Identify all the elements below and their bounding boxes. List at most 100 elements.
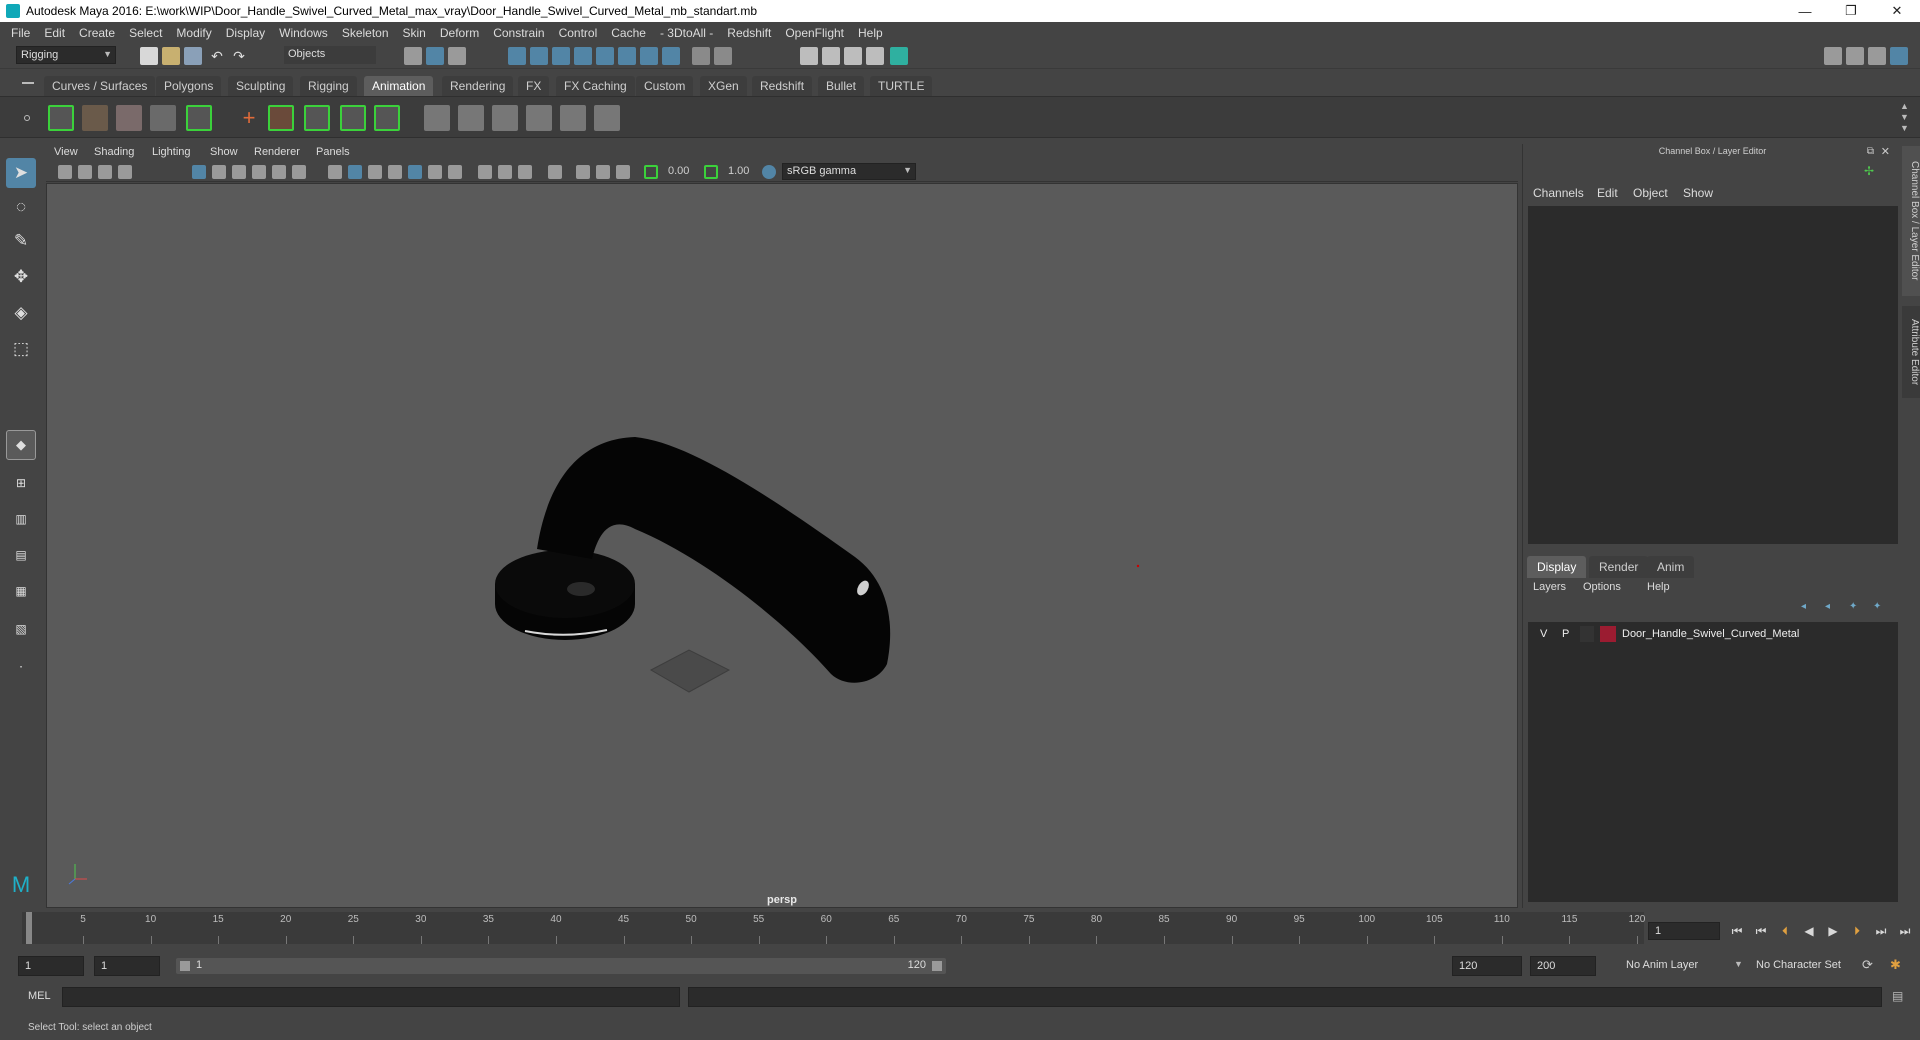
- render-view-icon[interactable]: [800, 47, 818, 65]
- current-time-marker[interactable]: [26, 912, 32, 944]
- snap-grid-icon[interactable]: [508, 47, 526, 65]
- new-layer-selected-icon[interactable]: ✦: [1873, 601, 1885, 613]
- ipr-render-icon[interactable]: [844, 47, 862, 65]
- layer-menu-layers[interactable]: Layers: [1533, 581, 1566, 593]
- new-layer-icon[interactable]: ✦: [1849, 601, 1861, 613]
- menu-edit[interactable]: Edit: [37, 26, 72, 40]
- viewport-menu-view[interactable]: View: [54, 146, 78, 158]
- maximize-button[interactable]: ❐: [1828, 0, 1874, 22]
- ik-spline-icon[interactable]: [304, 105, 330, 131]
- move-layer-down-icon[interactable]: ◂: [1825, 601, 1837, 613]
- scale-constraint-icon[interactable]: [526, 105, 552, 131]
- snap-curve-icon[interactable]: [530, 47, 548, 65]
- pole-vector-icon[interactable]: [594, 105, 620, 131]
- colorspace-dropdown[interactable]: sRGB gamma ▼: [782, 163, 916, 180]
- gamma-value[interactable]: 1.00: [728, 165, 749, 177]
- go-to-start-icon[interactable]: ⏮: [1728, 922, 1746, 940]
- shelf-scroll-icon[interactable]: ▲ ▼ ▼: [1900, 101, 1909, 134]
- shelf-tab-fx-caching[interactable]: FX Caching: [556, 76, 635, 96]
- gate-mask-icon[interactable]: [252, 165, 266, 179]
- ghost-icon[interactable]: [116, 105, 142, 131]
- character-set-dropdown[interactable]: No Character Set: [1750, 956, 1870, 976]
- menu-create[interactable]: Create: [72, 26, 122, 40]
- menu-windows[interactable]: Windows: [272, 26, 335, 40]
- shadows-icon[interactable]: [428, 165, 442, 179]
- render-current-frame-icon[interactable]: [822, 47, 840, 65]
- menu-cache[interactable]: Cache: [604, 26, 653, 40]
- perspective-viewport[interactable]: persp: [46, 183, 1518, 908]
- image-plane-icon[interactable]: [118, 165, 132, 179]
- command-language-label[interactable]: MEL: [28, 990, 51, 1002]
- paint-select-tool-icon[interactable]: ✎: [6, 226, 36, 256]
- create-joint-icon[interactable]: +: [236, 105, 262, 131]
- bind-skin-icon[interactable]: [340, 105, 366, 131]
- xray-joints-icon[interactable]: [596, 165, 610, 179]
- orient-constraint-icon[interactable]: [492, 105, 518, 131]
- channel-box-menu-object[interactable]: Object: [1633, 186, 1668, 200]
- select-tool-icon[interactable]: ➤: [6, 158, 36, 188]
- exposure-icon[interactable]: [644, 165, 658, 179]
- range-start-handle[interactable]: [180, 961, 190, 971]
- manipulator-icon[interactable]: ✢: [1864, 164, 1878, 178]
- textured-icon[interactable]: [388, 165, 402, 179]
- selection-mode-dropdown[interactable]: Objects: [284, 46, 376, 64]
- hypershade-layout-icon[interactable]: ▦: [6, 576, 36, 606]
- range-end-handle[interactable]: [932, 961, 942, 971]
- open-scene-icon[interactable]: [162, 47, 180, 65]
- use-all-lights-icon[interactable]: [408, 165, 422, 179]
- menu-3dtoall[interactable]: - 3DtoAll -: [653, 26, 720, 40]
- animation-start-field[interactable]: 1: [18, 956, 84, 976]
- isolate-select-icon[interactable]: [548, 165, 562, 179]
- channel-box-area[interactable]: [1528, 206, 1898, 544]
- xray-active-components-icon[interactable]: [616, 165, 630, 179]
- range-slider[interactable]: 1 120: [176, 958, 946, 974]
- shelf-tab-custom[interactable]: Custom: [636, 76, 694, 96]
- attribute-editor-toggle-icon[interactable]: [1846, 47, 1864, 65]
- side-tab-attribute-editor[interactable]: Attribute Editor: [1902, 306, 1920, 398]
- step-forward-key-icon[interactable]: ⏭: [1872, 922, 1890, 940]
- modeling-toolkit-icon[interactable]: [1824, 47, 1842, 65]
- layer-row[interactable]: V P Door_Handle_Swivel_Curved_Metal: [1530, 624, 1896, 644]
- snap-surface-icon[interactable]: [618, 47, 636, 65]
- viewport-menu-panels[interactable]: Panels: [316, 146, 350, 158]
- layer-visibility-toggle[interactable]: V: [1540, 626, 1547, 642]
- shelf-tab-rendering[interactable]: Rendering: [442, 76, 514, 96]
- smooth-shade-icon[interactable]: [348, 165, 362, 179]
- lasso-tool-icon[interactable]: ◌: [6, 192, 36, 222]
- play-forward-icon[interactable]: ▶: [1824, 922, 1842, 940]
- wireframe-on-shaded-icon[interactable]: [368, 165, 382, 179]
- scale-tool-icon[interactable]: ⬚: [6, 334, 36, 364]
- undo-icon[interactable]: ↶: [208, 47, 226, 65]
- anim-layer-dropdown[interactable]: No Anim Layer: [1620, 956, 1748, 976]
- menu-deform[interactable]: Deform: [433, 26, 486, 40]
- color-management-icon[interactable]: [762, 165, 776, 179]
- resolution-gate-icon[interactable]: [232, 165, 246, 179]
- snap-edge-icon[interactable]: [640, 47, 658, 65]
- shelf-tab-sculpting[interactable]: Sculpting: [228, 76, 294, 96]
- snap-help-icon[interactable]: [662, 47, 680, 65]
- set-key-icon[interactable]: [186, 105, 212, 131]
- step-forward-frame-icon[interactable]: ⏵: [1848, 922, 1866, 940]
- redo-icon[interactable]: ↷: [230, 47, 248, 65]
- layer-tab-anim[interactable]: Anim: [1647, 556, 1695, 578]
- select-camera-icon[interactable]: [58, 165, 72, 179]
- render-settings-icon[interactable]: [866, 47, 884, 65]
- animation-preferences-icon[interactable]: ✱: [1890, 957, 1906, 973]
- menu-file[interactable]: File: [4, 26, 37, 40]
- animation-end-field[interactable]: 200: [1530, 956, 1596, 976]
- layer-color-swatch[interactable]: [1600, 626, 1616, 642]
- auto-key-icon[interactable]: ⟳: [1862, 957, 1878, 973]
- ambient-occlusion-icon[interactable]: [448, 165, 462, 179]
- menu-redshift[interactable]: Redshift: [720, 26, 778, 40]
- menu-skin[interactable]: Skin: [396, 26, 433, 40]
- menu-help[interactable]: Help: [851, 26, 890, 40]
- select-by-hierarchy-icon[interactable]: [404, 47, 422, 65]
- menu-constrain[interactable]: Constrain: [486, 26, 551, 40]
- viewport-menu-lighting[interactable]: Lighting: [152, 146, 191, 158]
- ik-handle-icon[interactable]: [268, 105, 294, 131]
- side-tab-channel-box[interactable]: Channel Box / Layer Editor: [1902, 146, 1920, 296]
- menu-select[interactable]: Select: [122, 26, 169, 40]
- menu-skeleton[interactable]: Skeleton: [335, 26, 396, 40]
- safe-action-icon[interactable]: [292, 165, 306, 179]
- single-perspective-layout-icon[interactable]: ◆: [6, 430, 36, 460]
